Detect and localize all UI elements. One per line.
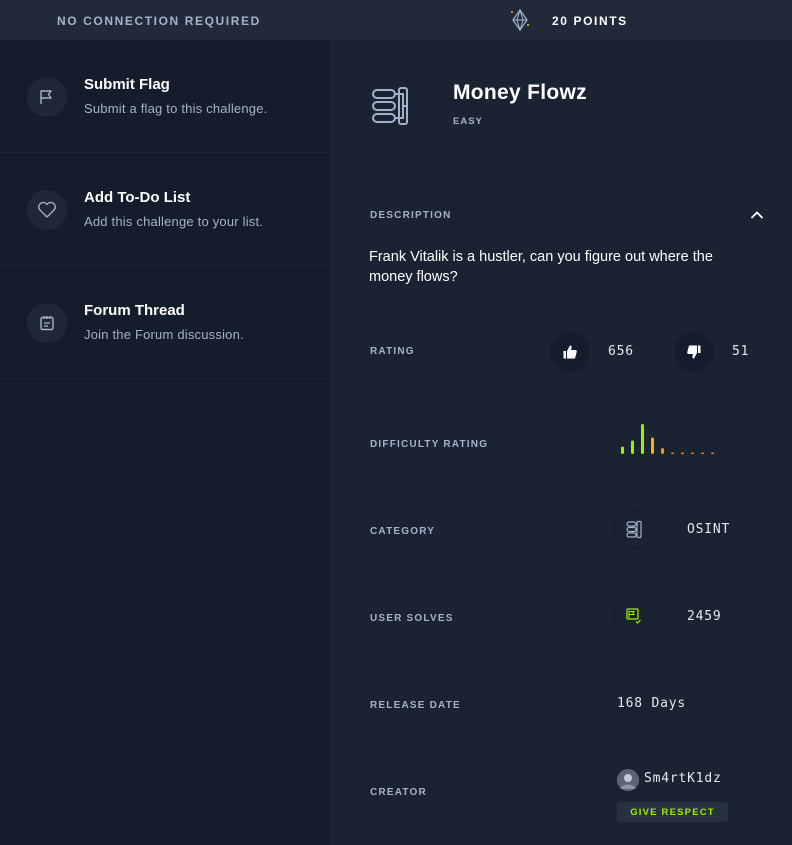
points-value: 20 POINTS <box>552 14 628 28</box>
give-respect-button[interactable]: GIVE RESPECT <box>617 802 728 822</box>
chevron-up-icon[interactable] <box>750 208 764 222</box>
creator-label: CREATOR <box>370 787 427 798</box>
challenge-difficulty: EASY <box>453 116 483 127</box>
creator-name[interactable]: Sm4rtK1dz <box>644 771 722 786</box>
osint-icon <box>626 520 642 539</box>
thumbs-down-button[interactable] <box>674 332 714 372</box>
release-date-value: 168 Days <box>617 696 687 711</box>
challenge-details: Money Flowz EASY DESCRIPTION Frank Vital… <box>330 40 792 845</box>
forum-thread-action[interactable]: Forum Thread Join the Forum discussion. <box>0 266 330 379</box>
difficulty-bar <box>701 452 704 454</box>
thumbs-up-button[interactable] <box>550 332 590 372</box>
action-title: Forum Thread <box>84 302 185 319</box>
user-solves-value: 2459 <box>687 609 722 624</box>
difficulty-rating-label: DIFFICULTY RATING <box>370 439 489 450</box>
likes-count: 656 <box>608 344 634 359</box>
difficulty-bar <box>631 440 634 454</box>
action-title: Submit Flag <box>84 76 170 93</box>
thumbs-up-icon <box>563 345 577 359</box>
flag-icon <box>27 77 67 117</box>
difficulty-bar <box>671 452 674 454</box>
user-solves-label: USER SOLVES <box>370 613 454 624</box>
difficulty-chart <box>621 424 714 454</box>
action-subtitle: Add this challenge to your list. <box>84 214 264 229</box>
description-text: Frank Vitalik is a hustler, can you figu… <box>369 249 713 285</box>
difficulty-bar <box>651 437 654 454</box>
creator-avatar[interactable] <box>617 769 639 791</box>
category-badge <box>614 509 654 549</box>
difficulty-bar <box>621 446 624 454</box>
top-bar: NO CONNECTION REQUIRED 20 POINTS <box>0 0 792 40</box>
connection-status: NO CONNECTION REQUIRED <box>57 14 261 28</box>
add-todo-action[interactable]: Add To-Do List Add this challenge to you… <box>0 153 330 266</box>
rating-label: RATING <box>370 346 415 357</box>
thumbs-down-icon <box>687 345 701 359</box>
notepad-icon <box>27 303 67 343</box>
difficulty-bar <box>691 452 694 454</box>
heart-icon <box>27 190 67 230</box>
dislikes-count: 51 <box>732 344 750 359</box>
action-title: Add To-Do List <box>84 189 191 206</box>
description-label: DESCRIPTION <box>370 210 452 221</box>
difficulty-bar <box>641 424 644 454</box>
difficulty-bar <box>681 452 684 454</box>
category-value: OSINT <box>687 522 731 537</box>
challenge-title: Money Flowz <box>453 81 587 104</box>
release-date-label: RELEASE DATE <box>370 700 461 711</box>
solves-badge <box>614 596 654 636</box>
difficulty-bar <box>661 448 664 454</box>
diamond-icon <box>511 8 529 32</box>
flag-solved-icon <box>626 608 641 624</box>
submit-flag-action[interactable]: Submit Flag Submit a flag to this challe… <box>0 40 330 153</box>
difficulty-bar <box>711 452 714 454</box>
action-subtitle: Submit a flag to this challenge. <box>84 101 268 116</box>
category-label: CATEGORY <box>370 526 436 537</box>
osint-stack-icon <box>372 87 408 125</box>
action-subtitle: Join the Forum discussion. <box>84 327 244 342</box>
actions-panel: Submit Flag Submit a flag to this challe… <box>0 40 330 845</box>
